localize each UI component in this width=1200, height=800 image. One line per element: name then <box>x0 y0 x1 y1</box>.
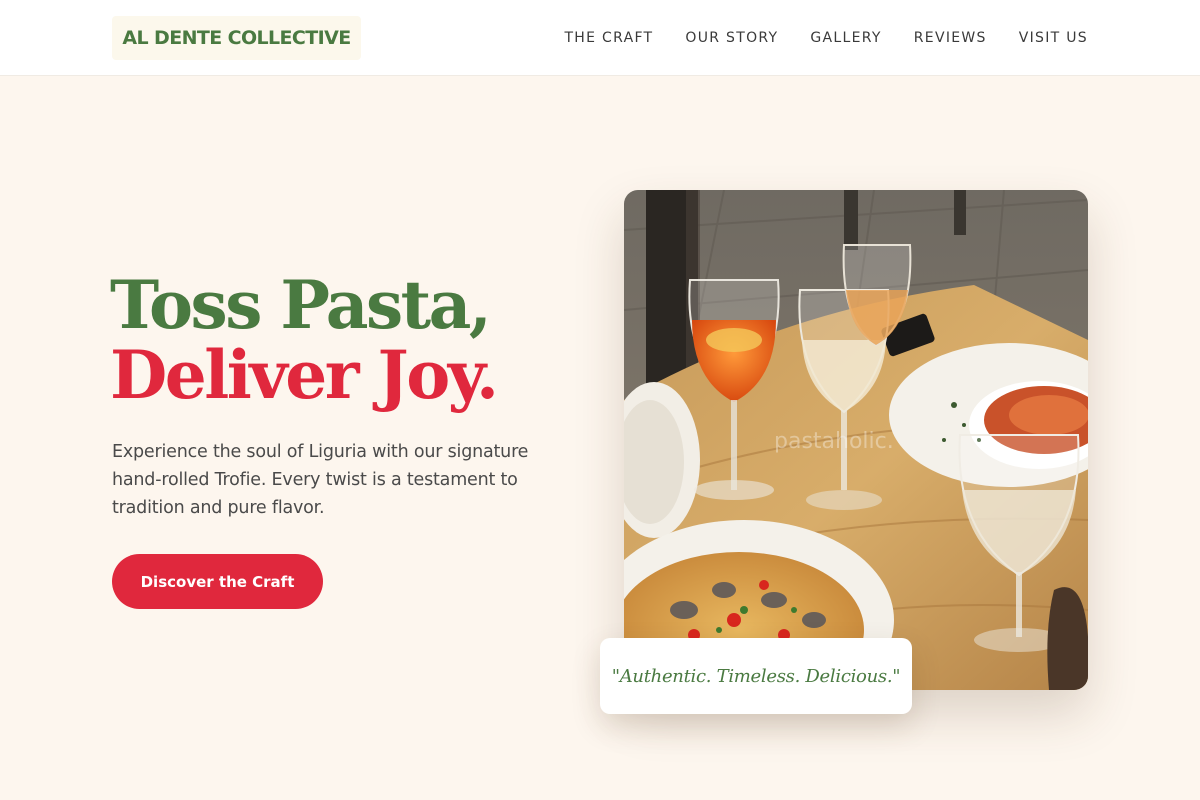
headline-line-2: Deliver Joy. <box>110 336 499 414</box>
nav-link-gallery[interactable]: GALLERY <box>810 30 881 46</box>
quote-card: "Authentic. Timeless. Delicious." <box>600 638 912 714</box>
nav-link-reviews[interactable]: REVIEWS <box>914 30 987 46</box>
image-watermark: pastaholic. <box>774 429 894 454</box>
pasta-table-photo: pastaholic. <box>624 190 1088 690</box>
hero-image: pastaholic. <box>624 190 1088 690</box>
main-nav: THE CRAFT OUR STORY GALLERY REVIEWS VISI… <box>564 0 1088 76</box>
nav-link-the-craft[interactable]: THE CRAFT <box>564 30 653 46</box>
logo[interactable]: AL DENTE COLLECTIVE <box>112 16 361 60</box>
nav-link-our-story[interactable]: OUR STORY <box>685 30 778 46</box>
discover-the-craft-button[interactable]: Discover the Craft <box>112 554 323 609</box>
hero-headline: Toss Pasta, Deliver Joy. <box>110 270 590 410</box>
headline-line-1: Toss Pasta, <box>110 266 492 344</box>
site-header: AL DENTE COLLECTIVE THE CRAFT OUR STORY … <box>0 0 1200 76</box>
hero-description: Experience the soul of Liguria with our … <box>112 442 529 518</box>
nav-link-visit-us[interactable]: VISIT US <box>1019 30 1088 46</box>
